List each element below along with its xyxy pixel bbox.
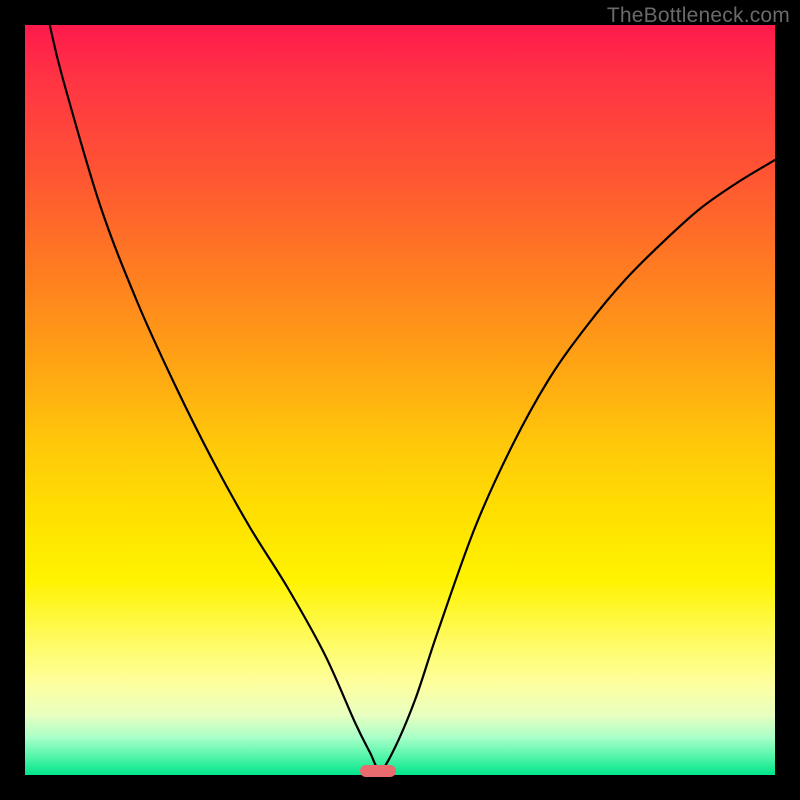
optimal-point-marker [360,765,396,777]
chart-background-gradient [25,25,775,775]
chart-frame [25,25,775,775]
